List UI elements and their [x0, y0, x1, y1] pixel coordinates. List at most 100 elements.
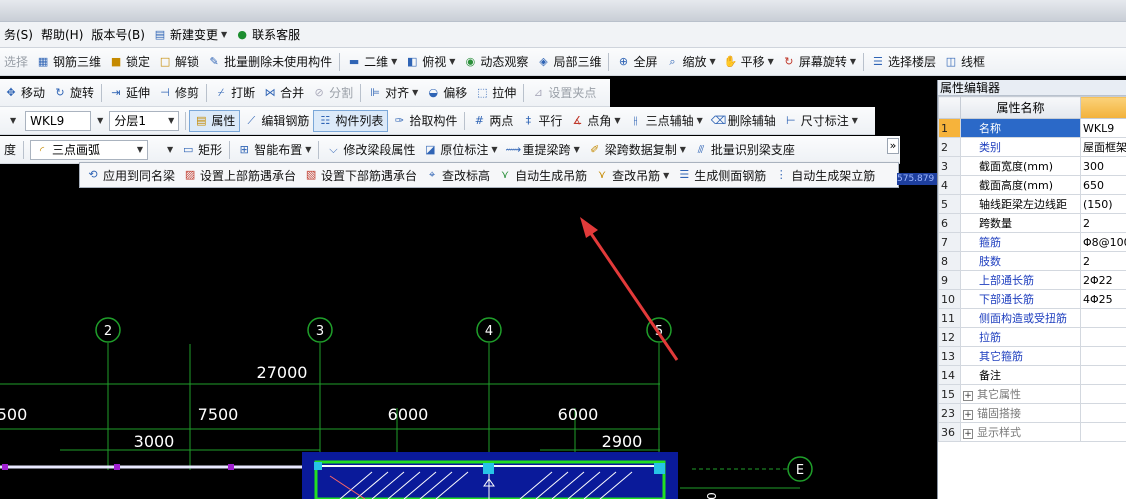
span-data-copy-dropdown[interactable]: ✐ 梁跨数据复制 ▼ — [584, 139, 690, 161]
table-row[interactable]: 3 截面宽度(mm) 300 — [938, 156, 1126, 176]
top-view-dropdown[interactable]: ◧ 俯视 ▼ — [401, 51, 459, 73]
property-value[interactable]: (150) — [1080, 194, 1126, 214]
property-name[interactable]: 侧面构造或受扭筋 — [960, 308, 1081, 328]
property-value[interactable]: 2 — [1080, 213, 1126, 233]
extend-button[interactable]: ⇥ 延伸 — [105, 82, 154, 104]
merge-button[interactable]: ⋈ 合并 — [259, 82, 308, 104]
grip-point[interactable] — [654, 463, 665, 474]
apply-same-beam-button[interactable]: ⟲ 应用到同名梁 — [82, 164, 179, 186]
table-row[interactable]: 5 轴线距梁左边线距 (150) — [938, 194, 1126, 214]
modify-beam-segment-button[interactable]: ⌵ 修改梁段属性 — [322, 139, 419, 161]
lock-button[interactable]: ■ 锁定 — [105, 51, 154, 73]
property-name[interactable]: + 其它属性 — [960, 384, 1081, 404]
view-2d-dropdown[interactable]: ▬ 二维 ▼ — [343, 51, 401, 73]
property-name[interactable]: 名称 — [960, 118, 1081, 138]
in-situ-annotation-dropdown[interactable]: ◪ 原位标注 ▼ — [419, 139, 501, 161]
table-row[interactable]: 13 其它箍筋 — [938, 346, 1126, 366]
property-value[interactable]: Φ8@100 — [1080, 232, 1126, 252]
layer-select[interactable]: 分层1 ▼ — [109, 110, 180, 131]
top-rebar-cap-button[interactable]: ▨ 设置上部筋遇承台 — [179, 164, 300, 186]
property-value[interactable] — [1080, 403, 1126, 423]
property-name[interactable]: 其它箍筋 — [960, 346, 1081, 366]
table-row[interactable]: 36 + 显示样式 — [938, 422, 1126, 442]
property-value[interactable]: 4Φ25 — [1080, 289, 1126, 309]
unlock-button[interactable]: □ 解锁 — [154, 51, 203, 73]
grip-point[interactable] — [228, 464, 234, 470]
side-rebar-button[interactable]: ☰ 生成侧面钢筋 — [673, 164, 770, 186]
zoom-dropdown[interactable]: ⌕ 缩放 ▼ — [661, 51, 719, 73]
table-row[interactable]: 7 箍筋 Φ8@100 — [938, 232, 1126, 252]
menu-task[interactable]: 务(S) — [0, 23, 37, 47]
table-row[interactable]: 15 + 其它属性 — [938, 384, 1126, 404]
point-angle-dropdown[interactable]: ∡ 点角 ▼ — [566, 110, 624, 132]
degree-button[interactable]: 度 — [0, 139, 20, 161]
check-elevation-button[interactable]: ⌖ 查改标高 — [421, 164, 494, 186]
two-point-button[interactable]: # 两点 — [468, 110, 517, 132]
table-row[interactable]: 4 截面高度(mm) 650 — [938, 175, 1126, 195]
dimension-dropdown[interactable]: ⊢ 尺寸标注 ▼ — [780, 110, 862, 132]
move-button[interactable]: ✥ 移动 — [0, 82, 49, 104]
property-name[interactable]: 备注 — [960, 365, 1081, 385]
bottom-rebar-cap-button[interactable]: ▧ 设置下部筋遇承台 — [300, 164, 421, 186]
property-value[interactable] — [1080, 365, 1126, 385]
property-value[interactable]: 2 — [1080, 251, 1126, 271]
property-name[interactable]: 截面宽度(mm) — [960, 156, 1081, 176]
rectangle-button[interactable]: ▭ 矩形 — [177, 139, 226, 161]
grip-point[interactable] — [114, 464, 120, 470]
property-value[interactable] — [1080, 308, 1126, 328]
table-row[interactable]: 1 名称 WKL9 — [938, 118, 1126, 138]
table-row[interactable]: 23 + 锚固搭接 — [938, 403, 1126, 423]
property-name[interactable]: 拉筋 — [960, 327, 1081, 347]
table-row[interactable]: 9 上部通长筋 2Φ22 — [938, 270, 1126, 290]
property-name[interactable]: 上部通长筋 — [960, 270, 1081, 290]
select-button[interactable]: 选择 — [0, 51, 32, 73]
chevron-down-icon[interactable]: ▼ — [10, 116, 16, 125]
fullscreen-button[interactable]: ⊕ 全屏 — [612, 51, 661, 73]
three-point-axis-dropdown[interactable]: ⫲ 三点辅轴 ▼ — [625, 110, 707, 132]
select-floor-button[interactable]: ☰ 选择楼层 — [867, 51, 940, 73]
property-name[interactable]: 截面高度(mm) — [960, 175, 1081, 195]
menu-help[interactable]: 帮助(H) — [37, 23, 87, 47]
screen-rotate-dropdown[interactable]: ↻ 屏幕旋转 ▼ — [778, 51, 860, 73]
component-select[interactable]: WKL9 — [25, 110, 92, 131]
cad-canvas[interactable]: 2 3 4 5 E 27000 500 7500 6000 6000 3000 … — [0, 188, 937, 499]
expand-icon[interactable]: + — [963, 429, 973, 439]
property-value[interactable]: 650 — [1080, 175, 1126, 195]
property-value[interactable] — [1080, 346, 1126, 366]
set-grip-button[interactable]: ⊿ 设置夹点 — [527, 82, 600, 104]
property-value[interactable] — [1080, 327, 1126, 347]
grip-point[interactable] — [2, 464, 8, 470]
split-button[interactable]: ⊘ 分割 — [308, 82, 357, 104]
chevron-down-icon[interactable]: ▼ — [167, 145, 173, 154]
expand-icon[interactable]: + — [963, 410, 973, 420]
property-value[interactable]: WKL9 — [1080, 118, 1126, 138]
re-extract-span-dropdown[interactable]: ⟿ 重提梁跨 ▼ — [502, 139, 584, 161]
dynamic-observe-button[interactable]: ◉ 动态观察 — [459, 51, 532, 73]
align-dropdown[interactable]: ⊫ 对齐 ▼ — [364, 82, 422, 104]
break-button[interactable]: ⌿ 打断 — [210, 82, 259, 104]
property-name[interactable]: 箍筋 — [960, 232, 1081, 252]
property-value[interactable] — [1080, 384, 1126, 404]
auto-erection-rebar-button[interactable]: ⋮ 自动生成架立筋 — [770, 164, 879, 186]
property-value[interactable]: 屋面框架 — [1080, 137, 1126, 157]
table-row[interactable]: 8 肢数 2 — [938, 251, 1126, 271]
table-row[interactable]: 11 侧面构造或受扭筋 — [938, 308, 1126, 328]
table-row[interactable]: 2 类别 屋面框架 — [938, 137, 1126, 157]
edit-rebar-button[interactable]: ⟋ 编辑钢筋 — [240, 110, 313, 132]
trim-button[interactable]: ⊣ 修剪 — [154, 82, 203, 104]
menu-contact-support[interactable]: ● 联系客服 — [231, 23, 304, 47]
grip-point[interactable] — [483, 463, 494, 474]
rebar-3d-button[interactable]: ▦ 钢筋三维 — [32, 51, 105, 73]
property-value[interactable]: 300 — [1080, 156, 1126, 176]
arc-mode-select[interactable]: ◜ 三点画弧 ▼ — [30, 139, 149, 160]
pan-dropdown[interactable]: ✋ 平移 ▼ — [720, 51, 778, 73]
table-row[interactable]: 12 拉筋 — [938, 327, 1126, 347]
property-name[interactable]: 类别 — [960, 137, 1081, 157]
table-row[interactable]: 6 跨数量 2 — [938, 213, 1126, 233]
smart-layout-dropdown[interactable]: ⊞ 智能布置 ▼ — [233, 139, 315, 161]
grip-point[interactable] — [314, 462, 322, 470]
wireframe-button[interactable]: ◫ 线框 — [940, 51, 989, 73]
auto-hanger-rebar-button[interactable]: ⋎ 自动生成吊筋 — [494, 164, 591, 186]
property-name[interactable]: 下部通长筋 — [960, 289, 1081, 309]
rotate-button[interactable]: ↻ 旋转 — [49, 82, 98, 104]
